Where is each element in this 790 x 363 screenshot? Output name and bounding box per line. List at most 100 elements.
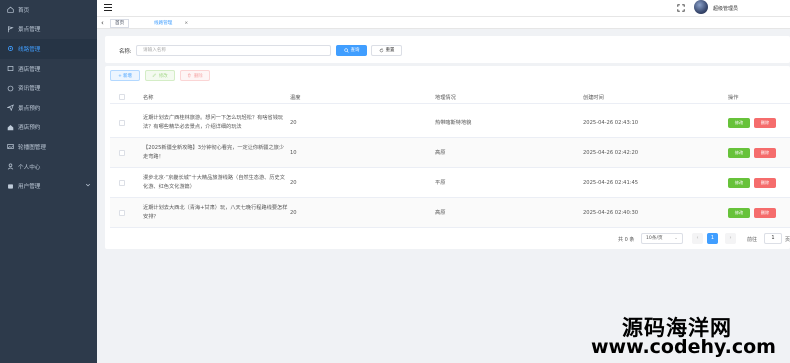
cell-temperature: 10 — [290, 150, 297, 156]
reset-button-label: 重置 — [385, 48, 395, 53]
search-icon — [343, 47, 349, 53]
tag-label: 线路管理 — [154, 20, 173, 26]
sidebar-item-carousel[interactable]: 轮播图管理 — [0, 137, 97, 157]
table-row[interactable]: 近期计划去大西北（青海+甘肃）玩，八天七晚行程路线要怎样安排？ 20 高原 20… — [110, 198, 790, 228]
flag-icon — [6, 25, 14, 33]
cell-temperature: 20 — [290, 210, 297, 216]
search-input[interactable]: 请输入名称 — [136, 44, 331, 56]
row-delete-button[interactable]: 删除 — [754, 118, 776, 128]
home-icon — [6, 6, 14, 14]
page-size-value: 10条/页 — [646, 236, 663, 241]
row-edit-button[interactable]: 修改 — [728, 208, 750, 218]
sidebar-item-label: 个人中心 — [18, 164, 41, 171]
chevron-left-icon[interactable]: ‹ — [101, 19, 107, 27]
column-header-temperature[interactable]: 温度 — [290, 94, 300, 101]
users-icon — [6, 182, 14, 190]
row-checkbox[interactable] — [119, 180, 125, 186]
sidebar-item-hotels[interactable]: 酒店管理 — [0, 59, 97, 79]
row-checkbox[interactable] — [119, 150, 125, 156]
row-checkbox[interactable] — [119, 120, 125, 126]
sidebar-item-label: 线路管理 — [18, 46, 41, 53]
hotel-icon — [6, 65, 14, 73]
cell-name: 近期计划去广西桂林旅游。想问一下怎么玩轻松？有啥省钱玩法？有哪些精华必去景点，介… — [143, 115, 284, 130]
sidebar-item-label: 酒店预约 — [18, 125, 41, 132]
close-icon[interactable]: × — [184, 21, 188, 26]
tag-label: 首页 — [115, 20, 125, 26]
cell-terrain: 高原 — [435, 210, 446, 216]
tag-routes[interactable]: 线路管理 × — [149, 18, 194, 28]
column-header-actions: 操作 — [728, 95, 739, 101]
row-delete-button[interactable]: 删除 — [754, 178, 776, 188]
news-icon — [6, 84, 14, 92]
prev-page-button[interactable]: ‹ — [692, 233, 703, 244]
sidebar-item-label: 景点预约 — [18, 105, 41, 112]
avatar[interactable] — [694, 0, 708, 14]
cell-terrain: 高原 — [435, 150, 446, 156]
pagination-total: 共 0 条 — [618, 237, 635, 243]
tag-home[interactable]: 首页 — [110, 18, 130, 28]
table-panel: + 新增 修改 删除 名称 温度 地理情况 创建时间 操作 近期计划去广西桂林旅… — [105, 66, 790, 249]
row-checkbox[interactable] — [119, 210, 125, 216]
chevron-down-icon: ⌄ — [674, 236, 678, 241]
page-number-current[interactable]: 1 — [707, 233, 718, 244]
hamburger-icon[interactable] — [104, 4, 112, 12]
cell-name: 漫步北京·“京畿长城”十大精品旅游线路（自然生态游、历史文化游、红色文化游篇） — [143, 175, 285, 190]
app-root: 首页 景点管理 线路管理 酒店管理 资讯管理 景点预约 酒店预约 轮播图管理 个… — [0, 0, 790, 363]
goto-unit: 页 — [785, 237, 790, 243]
next-page-button[interactable]: › — [725, 233, 736, 244]
cell-terrain: 热带喀斯特地貌 — [435, 120, 472, 126]
cell-name: 近期计划去大西北（青海+甘肃）玩，八天七晚行程路线要怎样安排？ — [143, 205, 288, 220]
row-delete-button[interactable]: 删除 — [754, 148, 776, 158]
row-edit-button[interactable]: 修改 — [728, 118, 750, 128]
query-button-label: 查询 — [350, 48, 360, 53]
sidebar-item-home[interactable]: 首页 — [0, 0, 97, 20]
table-row[interactable]: 近期计划去广西桂林旅游。想问一下怎么玩轻松？有啥省钱玩法？有哪些精华必去景点，介… — [110, 108, 790, 138]
sidebar-item-users[interactable]: 用户管理 — [0, 176, 97, 196]
trash-icon — [188, 73, 191, 78]
row-edit-button[interactable]: 修改 — [728, 178, 750, 188]
table-row[interactable]: 漫步北京·“京畿长城”十大精品旅游线路（自然生态游、历史文化游、红色文化游篇） … — [110, 168, 790, 198]
search-panel: 名称: 请输入名称 查询 重置 — [105, 36, 790, 63]
table-header: 名称 温度 地理情况 创建时间 操作 — [110, 89, 790, 104]
row-edit-button[interactable]: 修改 — [728, 148, 750, 158]
goto-page-input[interactable]: 1 — [764, 233, 782, 244]
column-header-name[interactable]: 名称 — [143, 94, 153, 101]
row-delete-button[interactable]: 删除 — [754, 208, 776, 218]
sidebar-item-label: 酒店管理 — [18, 66, 41, 73]
reset-button[interactable]: 重置 — [371, 44, 402, 56]
watermark-url: www.codehy.com — [591, 336, 776, 358]
add-button[interactable]: + 新增 — [110, 70, 140, 81]
refresh-icon — [379, 47, 383, 52]
delete-button[interactable]: 删除 — [180, 70, 210, 81]
sidebar-item-label: 轮播图管理 — [18, 144, 46, 151]
image-icon — [6, 143, 14, 151]
cell-terrain: 平原 — [435, 180, 446, 186]
select-all-checkbox[interactable] — [119, 94, 125, 100]
sidebar: 首页 景点管理 线路管理 酒店管理 资讯管理 景点预约 酒店预约 轮播图管理 个… — [0, 0, 97, 363]
sidebar-item-label: 首页 — [18, 7, 30, 14]
sidebar-item-profile[interactable]: 个人中心 — [0, 157, 97, 177]
column-header-terrain[interactable]: 地理情况 — [435, 94, 456, 101]
edit-button-label: 修改 — [158, 73, 168, 79]
column-header-created[interactable]: 创建时间 — [583, 94, 604, 101]
sidebar-item-scenic-booking[interactable]: 景点预约 — [0, 98, 97, 118]
table-row[interactable]: 【2025新疆全新攻略】3分钟彻心看完，一定让你新疆之旅少走弯路！ 10 高原 … — [110, 138, 790, 168]
home-icon — [6, 123, 14, 131]
cell-created: 2025-04-26 02:43:10 — [583, 120, 639, 126]
sidebar-item-hotel-booking[interactable]: 酒店预约 — [0, 118, 97, 138]
fullscreen-icon[interactable] — [677, 4, 685, 12]
cell-created: 2025-04-26 02:40:30 — [583, 210, 639, 216]
sidebar-item-label: 用户管理 — [18, 184, 41, 191]
cell-created: 2025-04-26 02:42:20 — [583, 150, 639, 156]
delete-button-label: 删除 — [193, 73, 203, 79]
edit-button[interactable]: 修改 — [145, 70, 175, 81]
sidebar-item-scenic[interactable]: 景点管理 — [0, 20, 97, 40]
page-size-select[interactable]: 10条/页 ⌄ — [641, 233, 683, 244]
user-name[interactable]: 超级管理员 — [713, 5, 738, 12]
sidebar-item-routes[interactable]: 线路管理 — [0, 39, 97, 59]
goto-label: 前往 — [747, 237, 758, 243]
query-button[interactable]: 查询 — [336, 44, 367, 56]
edit-icon — [152, 73, 157, 78]
sidebar-item-news[interactable]: 资讯管理 — [0, 78, 97, 98]
send-icon — [6, 104, 14, 112]
